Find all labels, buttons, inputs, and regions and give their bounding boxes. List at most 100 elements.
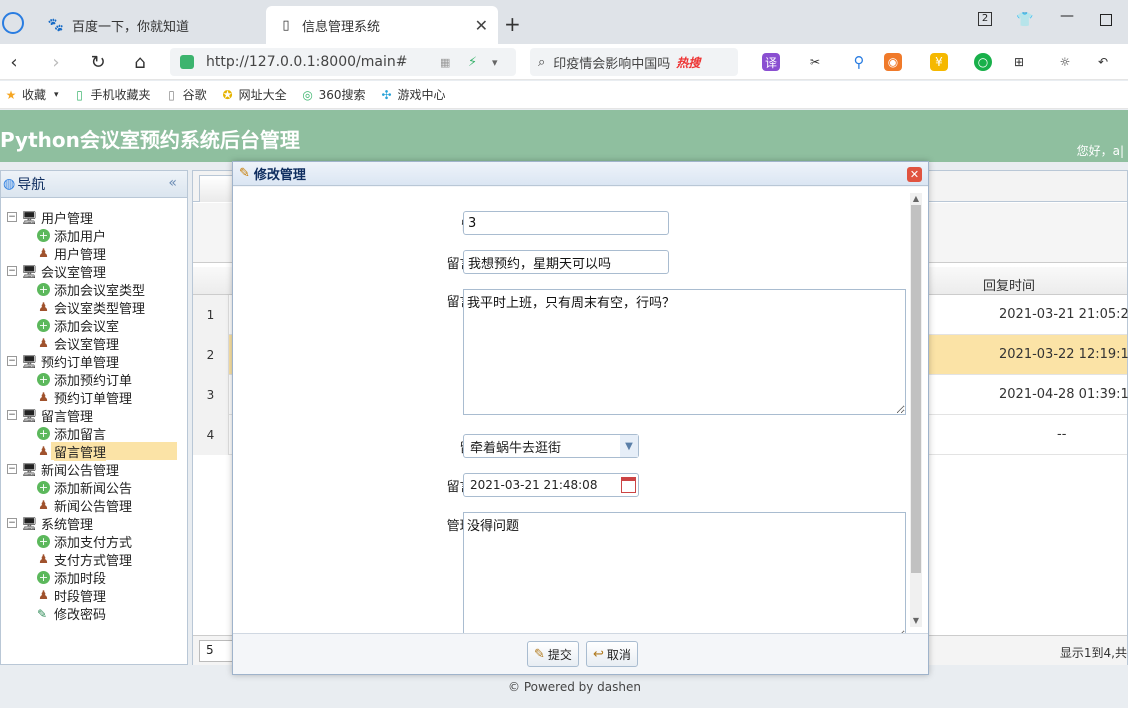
message-user-select[interactable]: 牵着蜗牛去逛街 ▼: [463, 434, 639, 458]
scroll-down-icon[interactable]: ▼: [910, 615, 922, 627]
collapse-toggle-icon[interactable]: −: [7, 212, 17, 222]
nav-group-label: 留言管理: [41, 409, 94, 425]
tab-count-badge[interactable]: 2: [978, 12, 992, 26]
search-input[interactable]: ⌕ 印疫情会影响中国吗 热搜: [530, 48, 738, 76]
green-circle-icon[interactable]: ○: [974, 53, 992, 71]
nav-item-order-manage[interactable]: ♟ 预约订单管理: [1, 388, 187, 407]
translate-icon[interactable]: 译: [762, 53, 780, 71]
game-controller-icon[interactable]: ◉: [884, 53, 902, 71]
nav-item-message-manage[interactable]: ♟ 留言管理: [1, 441, 177, 461]
dialog-scrollbar[interactable]: ▲ ▼: [910, 193, 922, 627]
skin-icon[interactable]: 👕: [1016, 12, 1033, 28]
lightning-icon[interactable]: ⚡: [468, 55, 477, 70]
bookmark-favorites[interactable]: ★ 收藏 ▾: [4, 86, 59, 103]
qr-icon[interactable]: ▦: [440, 56, 450, 69]
bookmark-360[interactable]: ◎ 360搜索: [301, 86, 365, 103]
brightness-icon[interactable]: ☼: [1056, 53, 1074, 71]
user-icon: ♟: [38, 552, 49, 566]
admin-reply-textarea[interactable]: 没得问题: [463, 512, 906, 633]
forward-icon[interactable]: ›: [46, 52, 66, 73]
maximize-icon[interactable]: [1100, 14, 1112, 26]
nav-item-room-type-manage[interactable]: ♟ 会议室类型管理: [1, 298, 187, 317]
minimize-icon[interactable]: —: [1060, 8, 1074, 24]
nav-group-users[interactable]: − 🖥 用户管理: [1, 208, 187, 227]
scroll-thumb[interactable]: [911, 205, 921, 573]
search-icon: ⌕: [538, 54, 546, 70]
column-header-reply-time[interactable]: 回复时间: [983, 275, 1035, 294]
magnifier-icon[interactable]: ⚲: [850, 53, 868, 71]
page-size-select[interactable]: 5: [199, 640, 233, 662]
submit-button[interactable]: ✎ 提交: [527, 641, 579, 667]
nav-item-add-news[interactable]: + 添加新闻公告: [1, 478, 187, 497]
pencil-icon: ✎: [37, 606, 48, 621]
nav-item-add-message[interactable]: + 添加留言: [1, 424, 187, 443]
cancel-label: 取消: [606, 647, 631, 662]
browser-tab-info-system[interactable]: ▯ 信息管理系统 ✕: [266, 6, 498, 44]
calendar-icon[interactable]: [621, 477, 636, 493]
nav-group-rooms[interactable]: − 🖥 会议室管理: [1, 262, 187, 281]
nav-item-user-manage[interactable]: ♟ 用户管理: [1, 244, 187, 263]
url-text: http://127.0.0.1:8000/main#: [206, 54, 408, 70]
collapse-toggle-icon[interactable]: −: [7, 464, 17, 474]
chevron-down-icon[interactable]: ▾: [492, 56, 498, 69]
scroll-up-icon[interactable]: ▲: [910, 193, 922, 205]
coupon-icon[interactable]: ¥: [930, 53, 948, 71]
row-number: 2: [193, 335, 229, 375]
bookmark-games[interactable]: ✣ 游戏中心: [380, 86, 445, 103]
message-time-input[interactable]: 2021-03-21 21:48:08: [463, 473, 639, 497]
nav-item-label: 会议室管理: [54, 337, 120, 353]
monitor-icon: 🖥: [21, 264, 38, 280]
nav-item-label: 添加留言: [54, 427, 107, 443]
nav-group-system[interactable]: − 🖥 系统管理: [1, 514, 187, 533]
user-icon: ♟: [38, 498, 49, 512]
reply-time-cell: 2021-03-22 12:19:18: [999, 347, 1128, 362]
nav-item-add-payment[interactable]: + 添加支付方式: [1, 532, 187, 551]
scissors-icon[interactable]: ✂: [806, 53, 824, 71]
browser-logo-icon[interactable]: [2, 12, 24, 34]
browser-tab-baidu[interactable]: 🐾 百度一下，你就知道: [36, 6, 264, 44]
nav-item-add-timeslot[interactable]: + 添加时段: [1, 568, 187, 587]
nav-item-add-user[interactable]: + 添加用户: [1, 226, 187, 245]
collapse-toggle-icon[interactable]: −: [7, 518, 17, 528]
bookmark-mobile[interactable]: ▯ 手机收藏夹: [73, 86, 150, 103]
cancel-button[interactable]: ↩ 取消: [586, 641, 638, 667]
bookmark-google[interactable]: ▯ 谷歌: [165, 86, 206, 103]
nav-item-news-manage[interactable]: ♟ 新闻公告管理: [1, 496, 187, 515]
apps-grid-icon[interactable]: ⊞: [1010, 53, 1028, 71]
new-tab-button[interactable]: +: [504, 12, 521, 36]
nav-item-payment-manage[interactable]: ♟ 支付方式管理: [1, 550, 187, 569]
message-time-value: 2021-03-21 21:48:08: [470, 478, 598, 492]
search-text: 印疫情会影响中国吗: [553, 56, 671, 72]
collapse-toggle-icon[interactable]: −: [7, 410, 17, 420]
nav-item-add-room-type[interactable]: + 添加会议室类型: [1, 280, 187, 299]
nav-item-room-manage[interactable]: ♟ 会议室管理: [1, 334, 187, 353]
address-bar[interactable]: http://127.0.0.1:8000/main# ▦ ⚡ ▾: [170, 48, 516, 76]
nav-item-timeslot-manage[interactable]: ♟ 时段管理: [1, 586, 187, 605]
undo-icon[interactable]: ↶: [1094, 53, 1112, 71]
nav-item-label: 添加用户: [54, 229, 107, 245]
collapse-icon[interactable]: «: [168, 175, 177, 191]
plus-icon: +: [37, 534, 50, 548]
plus-icon: +: [37, 372, 50, 386]
chevron-down-icon[interactable]: ▼: [620, 435, 638, 457]
dialog-close-button[interactable]: ✕: [907, 167, 922, 182]
collapse-toggle-icon[interactable]: −: [7, 356, 17, 366]
nav-item-label: 修改密码: [54, 607, 107, 623]
reload-icon[interactable]: ↻: [88, 52, 108, 73]
nav-item-add-room[interactable]: + 添加会议室: [1, 316, 187, 335]
back-icon[interactable]: ‹: [4, 52, 24, 73]
message-id-input[interactable]: [463, 211, 669, 235]
close-tab-icon[interactable]: ✕: [475, 16, 488, 35]
message-title-input[interactable]: [463, 250, 669, 274]
reply-time-cell: --: [1057, 427, 1067, 442]
nav-group-label: 预约订单管理: [41, 355, 120, 371]
collapse-toggle-icon[interactable]: −: [7, 266, 17, 276]
home-icon[interactable]: ⌂: [130, 52, 150, 73]
message-content-textarea[interactable]: 我平时上班，只有周末有空，行吗？: [463, 289, 906, 415]
bookmark-directory[interactable]: ✪ 网址大全: [221, 86, 287, 103]
nav-group-messages[interactable]: − 🖥 留言管理: [1, 406, 187, 425]
nav-group-news[interactable]: − 🖥 新闻公告管理: [1, 460, 187, 479]
nav-item-add-order[interactable]: + 添加预约订单: [1, 370, 187, 389]
nav-group-orders[interactable]: − 🖥 预约订单管理: [1, 352, 187, 371]
nav-item-change-password[interactable]: ✎ 修改密码: [1, 604, 187, 623]
